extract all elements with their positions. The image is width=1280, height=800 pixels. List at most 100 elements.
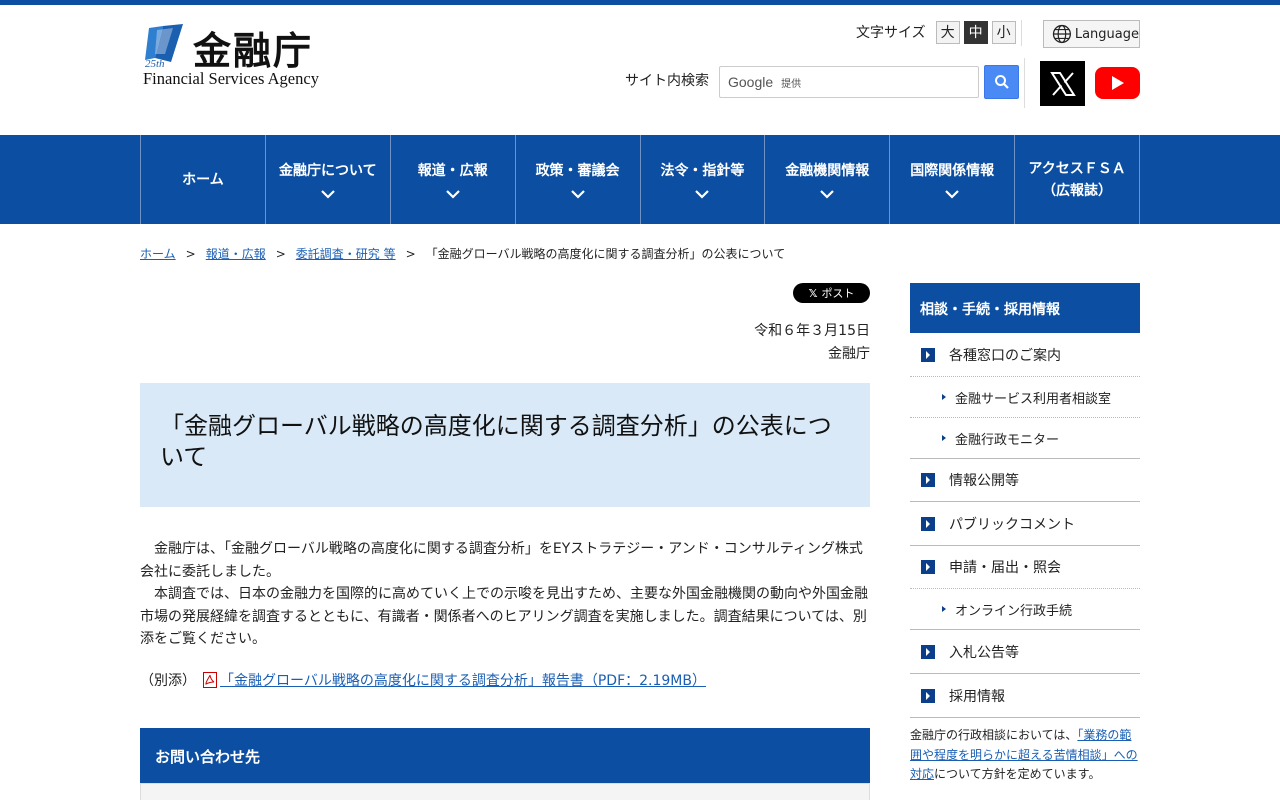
nav-label: 報道・広報 [417, 162, 488, 179]
nav-label: アクセスＦＳＡ [1028, 160, 1126, 177]
nav-label: 国際関係情報 [910, 162, 995, 179]
arrow-square-icon [921, 688, 935, 703]
nav-label: 金融機関情報 [785, 162, 870, 179]
language-label: Language [1074, 26, 1139, 42]
font-size-small-button[interactable]: 小 [991, 20, 1016, 44]
sidebar-item-public-comment[interactable]: パブリックコメント [910, 502, 1140, 546]
logo-text-jp: 金融庁 [193, 29, 314, 73]
post-label: ポスト [821, 287, 855, 300]
nav-label: ホーム [182, 171, 224, 188]
sidebar-item-online-procedures[interactable]: オンライン行政手続 [910, 589, 1140, 630]
provided-by-label: 提供 [781, 78, 802, 90]
arrow-square-icon [921, 347, 935, 362]
nav-institutions[interactable]: 金融機関情報 [765, 135, 891, 224]
page-title: 「金融グローバル戦略の高度化に関する調査分析」の公表について [160, 412, 832, 471]
sidebar-title-text: 相談・手続・採用情報 [920, 302, 1060, 318]
nav-policy[interactable]: 政策・審議会 [516, 135, 641, 224]
nav-home[interactable]: ホーム [141, 135, 266, 224]
contact-header: お問い合わせ先 [140, 728, 870, 783]
search-button[interactable] [984, 65, 1019, 99]
x-post-button[interactable]: 𝕏 ポスト [793, 283, 870, 303]
top-accent-bar [0, 0, 1280, 5]
sidebar-item-bidding[interactable]: 入札公告等 [910, 630, 1140, 674]
font-size-label: 文字サイズ [856, 25, 926, 41]
svg-text:25th: 25th [145, 58, 165, 68]
sidebar-note: 金融庁の行政相談においては、「業務の範囲や程度を明らかに超える苦情相談」への対応… [910, 726, 1142, 785]
sidebar-item-label: 情報公開等 [949, 473, 1019, 489]
search-icon [994, 75, 1009, 89]
site-search-label: サイト内検索 [625, 73, 709, 89]
sidebar-menu: 各種窓口のご案内 金融サービス利用者相談室 金融行政モニター 情報公開等 パブリ… [910, 333, 1140, 718]
breadcrumb-link-press[interactable]: 報道・広報 [206, 245, 266, 262]
breadcrumb-link-research[interactable]: 委託調査・研究 等 [296, 245, 396, 262]
sidebar-note-suffix: について方針を定めています。 [934, 767, 1101, 781]
pdf-icon [203, 672, 217, 688]
sidebar-note-prefix: 金融庁の行政相談においては、 [910, 728, 1078, 742]
chevron-down-icon [445, 189, 460, 199]
nav-label: 法令・指針等 [660, 162, 745, 179]
nav-press[interactable]: 報道・広報 [391, 135, 516, 224]
arrow-square-icon [921, 644, 935, 659]
site-search-input[interactable]: Google 提供 [719, 66, 979, 98]
breadcrumb-separator: > [405, 246, 416, 261]
triangle-right-icon [942, 435, 946, 441]
nav-label-sub: （広報誌） [1042, 182, 1113, 199]
header-divider-2 [1024, 58, 1025, 108]
chevron-down-icon [570, 189, 585, 199]
arrow-square-icon [921, 473, 935, 487]
sidebar-item-consultation-office[interactable]: 金融サービス利用者相談室 [910, 377, 1140, 418]
article-paragraph: 金融庁は、「金融グローバル戦略の高度化に関する調査分析」をEYストラテジー・アン… [140, 541, 863, 580]
nav-label: 政策・審議会 [535, 162, 620, 179]
sidebar-item-label: 申請・届出・照会 [949, 560, 1061, 576]
chevron-down-icon [321, 189, 335, 199]
sidebar-item-label: 入札公告等 [949, 644, 1019, 661]
x-logo-icon: 𝕏 [808, 286, 818, 300]
triangle-right-icon [942, 394, 946, 400]
sidebar-item-label: オンライン行政手続 [955, 603, 1073, 619]
attachment-row: （別添） 「金融グローバル戦略の高度化に関する調査分析」報告書（PDF：2.19… [140, 670, 706, 690]
sidebar-item-recruitment[interactable]: 採用情報 [910, 674, 1140, 718]
google-wordmark: Google [728, 74, 774, 90]
nav-laws[interactable]: 法令・指針等 [641, 135, 766, 224]
sidebar-item-label: 各種窓口のご案内 [949, 347, 1061, 364]
sidebar-item-contact-windows[interactable]: 各種窓口のご案内 [910, 333, 1140, 377]
fsa-logo[interactable]: 25th 金融庁 Financial Services Agency [141, 22, 341, 92]
sidebar-title: 相談・手続・採用情報 [910, 283, 1140, 333]
sidebar-item-disclosure[interactable]: 情報公開等 [910, 459, 1140, 502]
sidebar-item-label: 金融サービス利用者相談室 [955, 391, 1112, 407]
chevron-down-icon [820, 189, 835, 199]
globe-icon [1052, 24, 1072, 44]
chevron-down-icon [945, 189, 959, 199]
nav-label: 金融庁について [279, 162, 377, 179]
font-size-medium-button[interactable]: 中 [963, 20, 988, 44]
language-button[interactable]: Language [1043, 20, 1140, 48]
font-size-large-button[interactable]: 大 [935, 20, 960, 44]
attachment-prefix: （別添） [140, 673, 196, 689]
youtube-play-icon [1111, 76, 1124, 90]
contact-body [140, 783, 870, 800]
sidebar-item-label: 採用情報 [949, 688, 1005, 705]
article-date-block: 令和６年３月15日 金融庁 [754, 320, 870, 366]
sidebar-item-monitor[interactable]: 金融行政モニター [910, 418, 1140, 459]
youtube-button[interactable] [1095, 67, 1140, 99]
arrow-square-icon [921, 560, 935, 574]
nav-about[interactable]: 金融庁について [266, 135, 391, 224]
breadcrumb-current: 「金融グローバル戦略の高度化に関する調査分析」の公表について [425, 247, 786, 261]
article-title-box: 「金融グローバル戦略の高度化に関する調査分析」の公表について [140, 383, 870, 507]
breadcrumb: ホーム > 報道・広報 > 委託調査・研究 等 > 「金融グローバル戦略の高度化… [140, 245, 785, 262]
contact-title: お問い合わせ先 [155, 748, 261, 766]
sidebar-item-applications[interactable]: 申請・届出・照会 [910, 546, 1140, 589]
nav-access-fsa[interactable]: アクセスＦＳＡ （広報誌） [1015, 135, 1140, 224]
breadcrumb-separator: > [185, 246, 196, 261]
nav-international[interactable]: 国際関係情報 [890, 135, 1016, 224]
global-nav: ホーム 金融庁について 報道・広報 政策・審議会 法令・指針等 金融機関情報 国… [0, 135, 1280, 224]
chevron-down-icon [695, 189, 710, 199]
breadcrumb-link-home[interactable]: ホーム [140, 245, 176, 262]
x-logo-icon [1049, 71, 1076, 96]
x-social-button[interactable] [1040, 61, 1085, 106]
attachment-pdf-link[interactable]: 「金融グローバル戦略の高度化に関する調査分析」報告書（PDF：2.19MB） [220, 670, 706, 690]
breadcrumb-separator: > [275, 246, 286, 261]
font-size-control: 文字サイズ 大 中 小 [856, 20, 1016, 44]
triangle-right-icon [942, 606, 946, 612]
fsa-25th-emblem-icon: 25th [145, 24, 183, 68]
